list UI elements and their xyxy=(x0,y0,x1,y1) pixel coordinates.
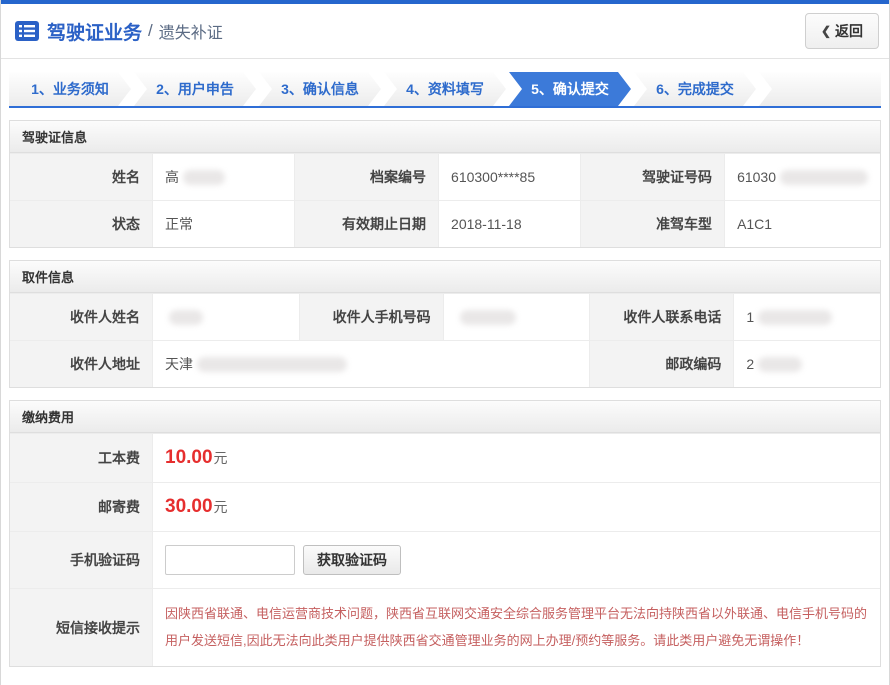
mailing-fee-unit: 元 xyxy=(214,497,228,517)
label-name: 姓名 xyxy=(10,153,152,200)
value-license-number: 61030 xyxy=(724,153,880,200)
value-recipient-mobile xyxy=(443,293,590,340)
get-code-button[interactable]: 获取验证码 xyxy=(303,545,401,575)
redacted-blur xyxy=(758,357,802,372)
label-vehicle-class: 准驾车型 xyxy=(580,200,724,247)
step-6-complete-submit[interactable]: 6、完成提交 xyxy=(634,72,756,106)
header: 驾驶证业务 / 遗失补证 ❮ 返回 xyxy=(1,4,889,59)
label-file-number: 档案编号 xyxy=(294,153,438,200)
page-title: 驾驶证业务 xyxy=(47,18,142,45)
value-recipient-address: 天津 xyxy=(152,340,589,387)
label-license-number: 驾驶证号码 xyxy=(580,153,724,200)
value-expiry-date: 2018-11-18 xyxy=(438,200,580,247)
label-status: 状态 xyxy=(10,200,152,247)
value-recipient-phone: 1 xyxy=(733,293,880,340)
step-2-user-declaration[interactable]: 2、用户申告 xyxy=(134,72,256,106)
list-icon xyxy=(15,21,39,41)
back-button[interactable]: ❮ 返回 xyxy=(805,13,879,49)
value-recipient-name xyxy=(152,293,299,340)
redacted-blur xyxy=(758,310,832,325)
value-production-fee: 10.00 元 xyxy=(152,433,880,482)
label-mailing-fee: 邮寄费 xyxy=(10,482,152,531)
step-3-confirm-info[interactable]: 3、确认信息 xyxy=(259,72,381,106)
sms-notice-row: 因陕西省联通、电信运营商技术问题，陕西省互联网交通安全综合服务管理平台无法向持陕… xyxy=(152,588,880,666)
step-1-business-notice[interactable]: 1、业务须知 xyxy=(9,72,131,106)
label-recipient-phone: 收件人联系电话 xyxy=(589,293,733,340)
redacted-blur xyxy=(169,310,203,325)
sms-code-input[interactable] xyxy=(165,545,295,575)
section-title-fees: 缴纳费用 xyxy=(10,401,880,433)
label-sms-code: 手机验证码 xyxy=(10,531,152,588)
production-fee-unit: 元 xyxy=(214,448,228,468)
value-name: 高 xyxy=(152,153,294,200)
value-file-number: 610300****85 xyxy=(438,153,580,200)
redacted-blur xyxy=(460,310,516,325)
label-recipient-address: 收件人地址 xyxy=(10,340,152,387)
breadcrumb-separator: / xyxy=(148,21,153,41)
label-recipient-name: 收件人姓名 xyxy=(10,293,152,340)
back-button-label: 返回 xyxy=(835,21,863,41)
section-title-license: 驾驶证信息 xyxy=(10,121,880,153)
section-fees: 缴纳费用 工本费 10.00 元 邮寄费 30.00 元 手机验证码 获取验证码… xyxy=(9,400,881,667)
production-fee-amount: 10.00 xyxy=(165,447,213,469)
breadcrumb-current: 遗失补证 xyxy=(159,19,223,43)
redacted-blur xyxy=(197,357,347,372)
section-pickup-info: 取件信息 收件人姓名 收件人手机号码 收件人联系电话 1 收件人地址 天津 邮政… xyxy=(9,260,881,388)
wizard-filler xyxy=(759,72,881,106)
mailing-fee-amount: 30.00 xyxy=(165,496,213,518)
sms-notice-text: 因陕西省联通、电信运营商技术问题，陕西省互联网交通安全综合服务管理平台无法向持陕… xyxy=(165,601,868,654)
license-info-table: 姓名 高 档案编号 610300****85 驾驶证号码 61030 状态 正常… xyxy=(10,153,880,247)
back-chevron-icon: ❮ xyxy=(821,24,831,38)
fees-table: 工本费 10.00 元 邮寄费 30.00 元 手机验证码 获取验证码 短信接收… xyxy=(10,433,880,666)
label-postal-code: 邮政编码 xyxy=(589,340,733,387)
label-production-fee: 工本费 xyxy=(10,433,152,482)
value-mailing-fee: 30.00 元 xyxy=(152,482,880,531)
page: 驾驶证业务 / 遗失补证 ❮ 返回 1、业务须知 2、用户申告 3、确认信息 4… xyxy=(0,0,890,685)
section-license-info: 驾驶证信息 姓名 高 档案编号 610300****85 驾驶证号码 61030… xyxy=(9,120,881,248)
label-recipient-mobile: 收件人手机号码 xyxy=(299,293,443,340)
sms-code-row: 获取验证码 xyxy=(152,531,880,588)
pickup-info-table: 收件人姓名 收件人手机号码 收件人联系电话 1 收件人地址 天津 邮政编码 2 xyxy=(10,293,880,387)
redacted-blur xyxy=(183,170,225,185)
step-4-fill-data[interactable]: 4、资料填写 xyxy=(384,72,506,106)
value-status: 正常 xyxy=(152,200,294,247)
step-5-confirm-submit[interactable]: 5、确认提交 xyxy=(509,72,631,106)
redacted-blur xyxy=(780,170,868,185)
value-vehicle-class: A1C1 xyxy=(724,200,880,247)
label-expiry-date: 有效期止日期 xyxy=(294,200,438,247)
step-wizard: 1、业务须知 2、用户申告 3、确认信息 4、资料填写 5、确认提交 6、完成提… xyxy=(9,72,881,108)
value-postal-code: 2 xyxy=(733,340,880,387)
section-title-pickup: 取件信息 xyxy=(10,261,880,293)
label-sms-notice: 短信接收提示 xyxy=(10,588,152,666)
